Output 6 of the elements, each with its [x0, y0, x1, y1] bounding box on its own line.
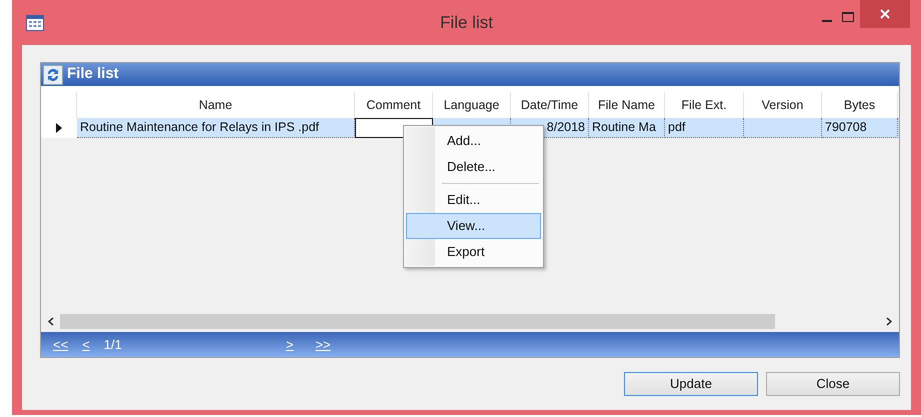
- table-cell: pdf: [665, 118, 744, 138]
- table-cell: Routine Ma: [589, 118, 665, 138]
- page-indicator: 1/1: [104, 336, 122, 354]
- panel-title: File list: [67, 64, 119, 84]
- table-cell: 790708: [822, 118, 898, 138]
- window-title: File list: [440, 12, 493, 34]
